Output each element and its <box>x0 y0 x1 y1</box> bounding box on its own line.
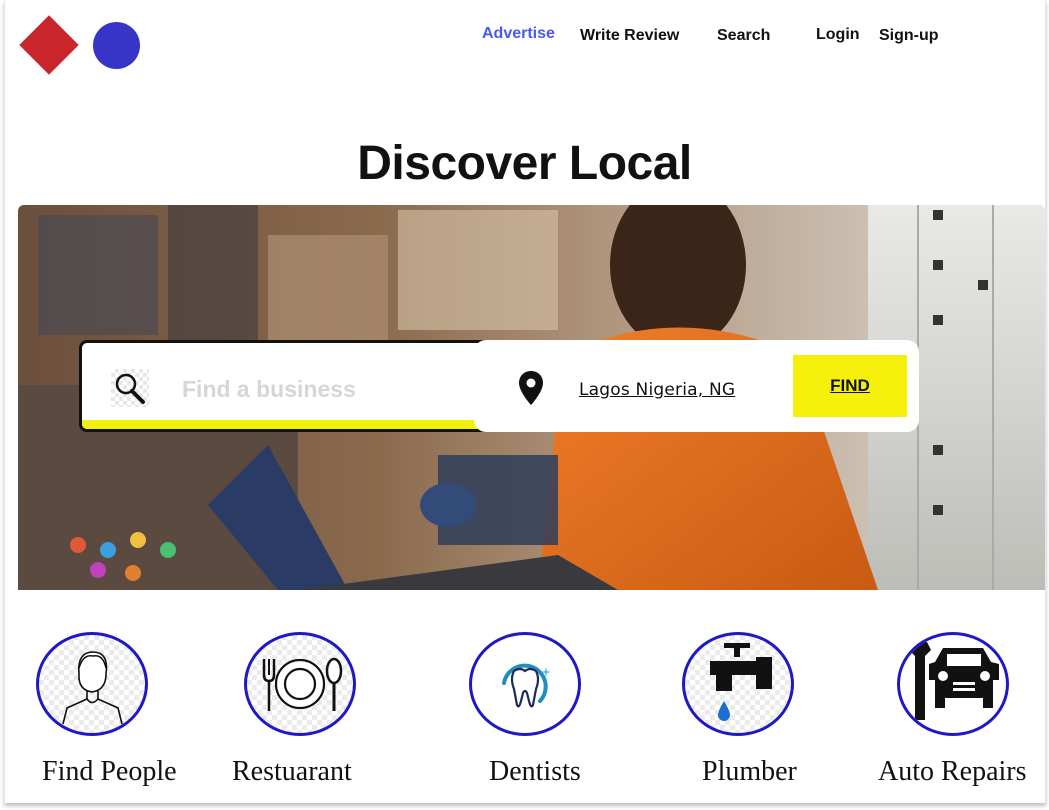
location-pin-icon <box>519 371 543 405</box>
business-search-field <box>79 340 499 432</box>
nav-login-link[interactable]: Login <box>816 26 860 44</box>
page-title: Discover Local <box>357 137 692 190</box>
category-label: Auto Repairs <box>878 756 1027 787</box>
location-value[interactable]: Lagos Nigeria, NG <box>579 380 735 400</box>
plate-cutlery-icon <box>244 632 356 736</box>
search-input[interactable] <box>182 373 472 405</box>
category-label: Find People <box>42 756 177 787</box>
logo-blue-circle <box>93 22 140 69</box>
category-label: Dentists <box>489 756 581 787</box>
category-label: Plumber <box>702 756 797 787</box>
search-underline <box>82 420 496 429</box>
nav-advertise-link[interactable]: Advertise <box>482 25 555 43</box>
faucet-icon <box>682 632 794 736</box>
person-icon <box>36 632 148 736</box>
category-label: Restuarant <box>232 756 352 787</box>
tooth-icon <box>469 632 581 736</box>
car-wrench-icon <box>897 632 1009 736</box>
nav-search-link[interactable]: Search <box>717 27 770 45</box>
nav-signup-link[interactable]: Sign-up <box>879 27 939 45</box>
find-button[interactable]: FIND <box>793 355 907 417</box>
search-icon[interactable] <box>111 369 149 407</box>
nav-write-review-link[interactable]: Write Review <box>580 27 679 45</box>
location-panel: Lagos Nigeria, NG FIND <box>474 340 919 432</box>
